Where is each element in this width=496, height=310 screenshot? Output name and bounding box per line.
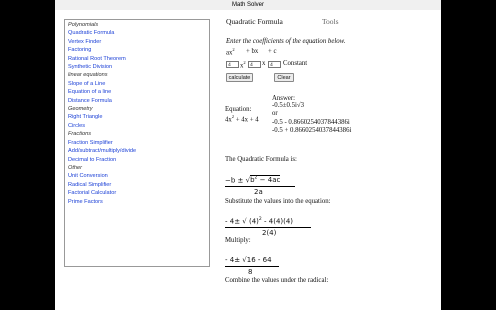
coefficient-a-input[interactable]: 4 [226,61,239,68]
answer-line-1: -0.5±0.5i√3 [272,102,305,109]
x-label: x [262,60,266,67]
sidebar-item-factoring[interactable]: Factoring [68,46,206,54]
sidebar-item-circles[interactable]: Circles [68,122,206,130]
answer-label: Answer: [272,95,296,102]
sidebar-category-linear-equations: linear equations [68,72,108,79]
calculate-button[interactable]: calculate [226,73,253,82]
substitute-heading: Substitute the values into the equation: [225,198,331,205]
multiply-denominator: 8 [248,268,253,276]
x-squared-label: x2 [240,60,246,70]
multiply-fraction-bar [225,266,279,267]
constant-c-input[interactable]: 4 [268,61,281,68]
window-title: Math Solver [55,0,441,10]
answer-or: or [272,110,278,117]
equation-value: 4x2 + 4x + 4 [225,114,259,124]
formula-heading: The Quadratic Formula is: [225,156,297,163]
tab-tools[interactable]: Tools [322,17,339,26]
sidebar-item-equation-of-a-line[interactable]: Equation of a line [68,88,206,96]
sidebar-item-fraction-simplifier[interactable]: Fraction Simplifier [68,139,206,147]
multiply-heading: Multiply: [225,237,251,244]
sidebar-item-rational-root-theorem[interactable]: Rational Root Theorem [68,55,206,63]
sidebar-item-right-triangle[interactable]: Right Triangle [68,113,206,121]
sidebar-item-vertex-finder[interactable]: Vertex Finder [68,38,206,46]
sidebar-item-add-subtract-multiply-divide[interactable]: Add/subtract/multiply/divide [68,147,206,155]
combine-heading: Combine the values under the radical: [225,277,329,284]
clear-button[interactable]: Clear [274,73,294,82]
formula-numerator: −b ± √b2 − 4ac [225,175,281,185]
sidebar-item-prime-factors[interactable]: Prime Factors [68,198,206,206]
main-panel: Quadratic Formula Tools Enter the coeffi… [224,14,410,310]
sidebar-item-distance-formula[interactable]: Distance Formula [68,97,206,105]
substitute-denominator: 2(4) [262,229,277,237]
sidebar-item-factorial-calculator[interactable]: Factorial Calculator [68,189,206,197]
sidebar-category-geometry: Geometry [68,106,93,113]
constant-label: Constant [283,60,308,67]
instruction-text: Enter the coefficients of the equation b… [226,38,346,45]
sidebar-item-decimal-to-fraction[interactable]: Decimal to Fraction [68,156,206,164]
sidebar-category-other: Other [68,164,82,171]
substitute-numerator: - 4± √ (4)2 - 4(4)(4) [225,217,294,226]
sidebar-item-radical-simplifier[interactable]: Radical Simplifier [68,181,206,189]
multiply-numerator: - 4± √16 - 64 [225,256,272,264]
term-a-label: ax2 [226,47,235,57]
answer-line-3: -0.5 + 0.8660254037844386i [272,127,352,134]
sidebar-item-quadratic-formula[interactable]: Quadratic Formula [68,29,206,37]
substitute-fraction-bar [225,227,311,228]
sidebar-category-polynomials: Polynomials [68,22,99,28]
coefficient-b-input[interactable]: 4 [248,61,261,68]
sidebar-item-slope-of-a-line[interactable]: Slope of a Line [68,80,206,88]
formula-fraction-bar [225,186,295,187]
sidebar-item-synthetic-division[interactable]: Synthetic Division [68,63,206,71]
answer-line-2: -0.5 - 0.8660254037844386i [272,119,350,126]
sidebar-item-unit-conversion[interactable]: Unit Conversion [68,172,206,180]
term-c-label: + c [268,48,277,55]
formula-denominator: 2a [254,188,263,196]
sidebar-category-fractions: Fractions [68,131,92,138]
term-b-label: + bx [246,48,259,55]
tab-quadratic-formula[interactable]: Quadratic Formula [226,17,283,26]
equation-label: Equation: [225,106,252,113]
sidebar-nav: Polynomials Quadratic Formula Vertex Finde… [64,19,210,267]
